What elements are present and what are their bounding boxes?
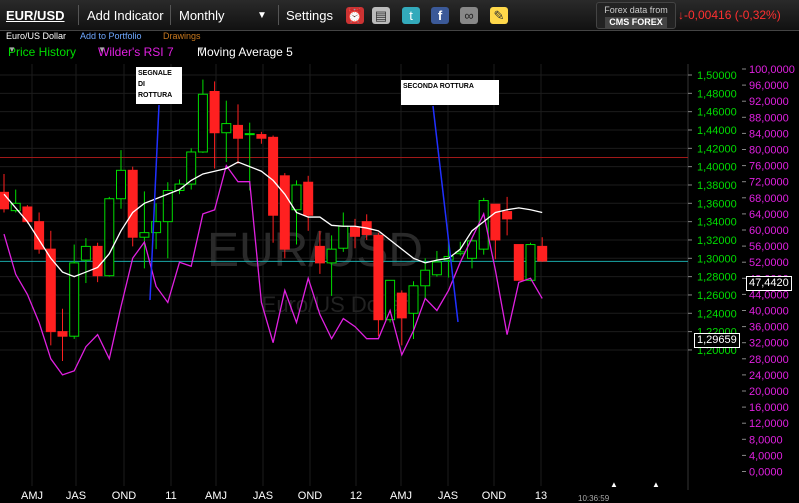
- annotation-signal[interactable]: SEGNALE DI ROTTURA: [136, 67, 182, 104]
- chevron-down-icon[interactable]: ▲: [610, 480, 618, 489]
- current-price-label: 1,29659: [694, 333, 740, 348]
- candle-up: [431, 261, 442, 276]
- rsi-tick-label: 80,0000: [749, 145, 789, 157]
- rsi-tick-label: 92,0000: [749, 96, 789, 108]
- candle-down: [490, 203, 501, 241]
- price-tick-label: 1,36000: [697, 198, 737, 210]
- rsi-tick-label: 68,0000: [749, 193, 789, 205]
- x-tick-label: 13: [535, 490, 547, 502]
- x-tick-label: OND: [298, 490, 323, 502]
- x-tick-label: JAS: [253, 490, 273, 502]
- price-tick-label: 1,48000: [697, 88, 737, 100]
- candle-down: [127, 169, 138, 238]
- price-tick-label: 1,34000: [697, 217, 737, 229]
- candle-up: [116, 169, 126, 200]
- candle-down: [209, 90, 220, 134]
- price-tick-label: 1,30000: [697, 253, 737, 265]
- rsi-tick-label: 100,0000: [749, 64, 795, 76]
- x-tick-label: 12: [350, 490, 362, 502]
- candle-down: [537, 245, 548, 262]
- candle-up: [525, 244, 536, 281]
- candle-down: [350, 226, 360, 237]
- candle-up: [326, 248, 337, 264]
- price-tick-label: 1,42000: [697, 143, 737, 155]
- rsi-tick-label: 24,0000: [749, 370, 789, 382]
- rsi-tick-label: 72,0000: [749, 177, 789, 189]
- rsi-tick-label: 4,0000: [749, 450, 783, 462]
- rsi-tick-label: 40,0000: [749, 306, 789, 318]
- annotation-arrow: [149, 104, 160, 301]
- candle-down: [513, 244, 524, 281]
- candle-down: [303, 181, 314, 216]
- x-tick-label: AMJ: [390, 490, 412, 502]
- x-tick-label: OND: [482, 490, 507, 502]
- rsi-tick-label: 16,0000: [749, 402, 789, 414]
- rsi-tick-label: 8,0000: [749, 434, 783, 446]
- candle-down: [373, 234, 384, 321]
- x-tick-label: JAS: [438, 490, 458, 502]
- price-tick-label: 1,40000: [697, 162, 737, 174]
- candle-up: [197, 93, 208, 153]
- rsi-tick-label: 84,0000: [749, 128, 789, 140]
- candle-up: [338, 225, 349, 249]
- candle-up: [385, 279, 396, 321]
- price-tick-label: 1,32000: [697, 235, 737, 247]
- rsi-tick-label: 44,0000: [749, 289, 789, 301]
- current-rsi-label: 47,4420: [746, 276, 792, 291]
- candle-down: [92, 245, 103, 277]
- price-tick-label: 1,50000: [697, 70, 737, 82]
- rsi-tick-label: 0,0000: [749, 467, 783, 479]
- price-chart[interactable]: EUR/USD Euro/US Dollar 1,500001,480001,4…: [0, 0, 799, 503]
- rsi-tick-label: 12,0000: [749, 418, 789, 430]
- candle-down: [268, 136, 279, 216]
- rsi-tick-label: 52,0000: [749, 257, 789, 269]
- candle-down: [22, 206, 33, 223]
- candle-up: [69, 262, 80, 337]
- candle-down: [396, 292, 407, 319]
- x-tick-label: 11: [165, 490, 176, 502]
- candle-up: [244, 133, 255, 136]
- rsi-tick-label: 20,0000: [749, 386, 789, 398]
- candle-up: [420, 269, 431, 287]
- rsi-tick-label: 60,0000: [749, 225, 789, 237]
- candle-down: [502, 211, 513, 220]
- candle-up: [408, 285, 419, 314]
- candle-down: [256, 134, 267, 139]
- x-tick-label: AMJ: [205, 490, 227, 502]
- candle-down: [314, 245, 325, 264]
- rsi-tick-label: 56,0000: [749, 241, 789, 253]
- candle-down: [233, 124, 243, 139]
- rsi-tick-label: 32,0000: [749, 338, 789, 350]
- chevron-down-icon[interactable]: ▲: [652, 480, 660, 489]
- candle-up: [104, 198, 115, 277]
- time-label: 10:36:59: [578, 494, 610, 503]
- annotation-arrow: [432, 105, 459, 323]
- price-tick-label: 1,24000: [697, 308, 737, 320]
- candle-up: [221, 123, 232, 134]
- rsi-tick-label: 28,0000: [749, 354, 789, 366]
- rsi-tick-label: 76,0000: [749, 161, 789, 173]
- candle-down: [57, 331, 68, 337]
- price-tick-label: 1,38000: [697, 180, 737, 192]
- x-tick-label: AMJ: [21, 490, 43, 502]
- candle-up: [80, 245, 91, 261]
- candle-up: [291, 184, 302, 211]
- price-tick-label: 1,28000: [697, 272, 737, 284]
- price-tick-label: 1,46000: [697, 107, 737, 119]
- rsi-tick-label: 88,0000: [749, 112, 789, 124]
- rsi-tick-label: 36,0000: [749, 322, 789, 334]
- annotation-second-break[interactable]: SECONDA ROTTURA: [401, 80, 499, 105]
- candle-down: [279, 175, 290, 250]
- x-tick-label: OND: [112, 490, 137, 502]
- x-tick-label: JAS: [66, 490, 86, 502]
- rsi-tick-label: 64,0000: [749, 209, 789, 221]
- rsi-tick-label: 96,0000: [749, 80, 789, 92]
- price-tick-label: 1,44000: [697, 125, 737, 137]
- candle-up: [139, 232, 150, 238]
- price-tick-label: 1,26000: [697, 290, 737, 302]
